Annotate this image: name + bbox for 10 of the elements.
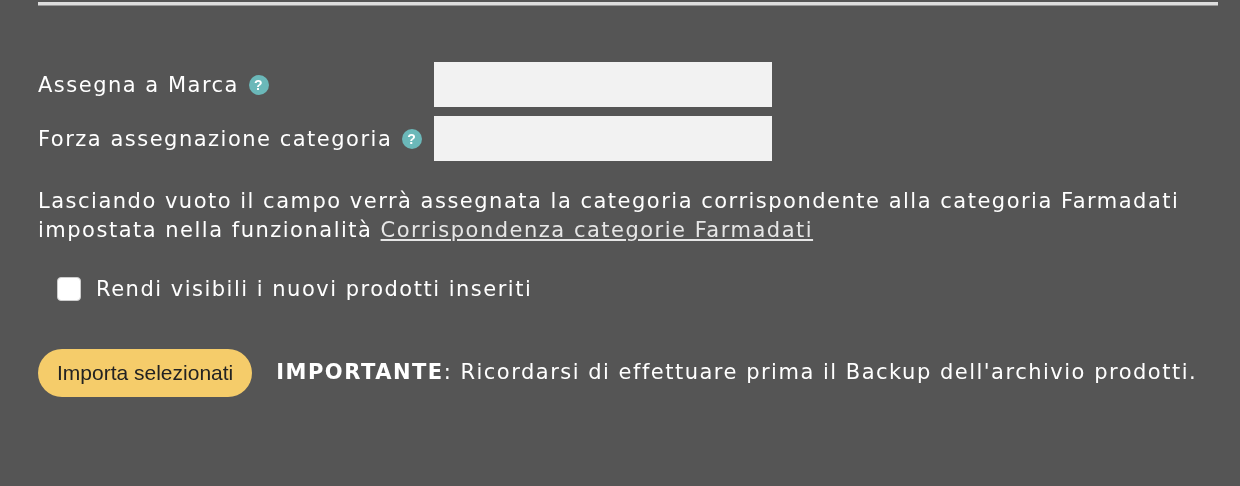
help-text: Lasciando vuoto il campo verrà assegnata la categoria corrispondente alla categoria Farmadati impostata nella funzionalità Corrispondenza categorie Farmadati [38,188,1181,244]
input-field[interactable] [434,116,772,161]
field-label: Assegna a Marca [38,72,239,97]
field-label: Forza assegnazione categoria [38,126,393,151]
warning-text: IMPORTANTE: Ricordarsi di effettuare prima il Backup dell'archivio prodotti. [276,360,1198,384]
checkbox-label: Rendi visibili i nuovi prodotti inseriti [96,277,533,301]
categories-link[interactable]: Corrispondenza categorie Farmadati [380,218,814,242]
checkbox[interactable] [57,277,81,301]
import-button[interactable]: Importa selezionati [38,349,253,397]
input-field[interactable] [434,62,772,107]
